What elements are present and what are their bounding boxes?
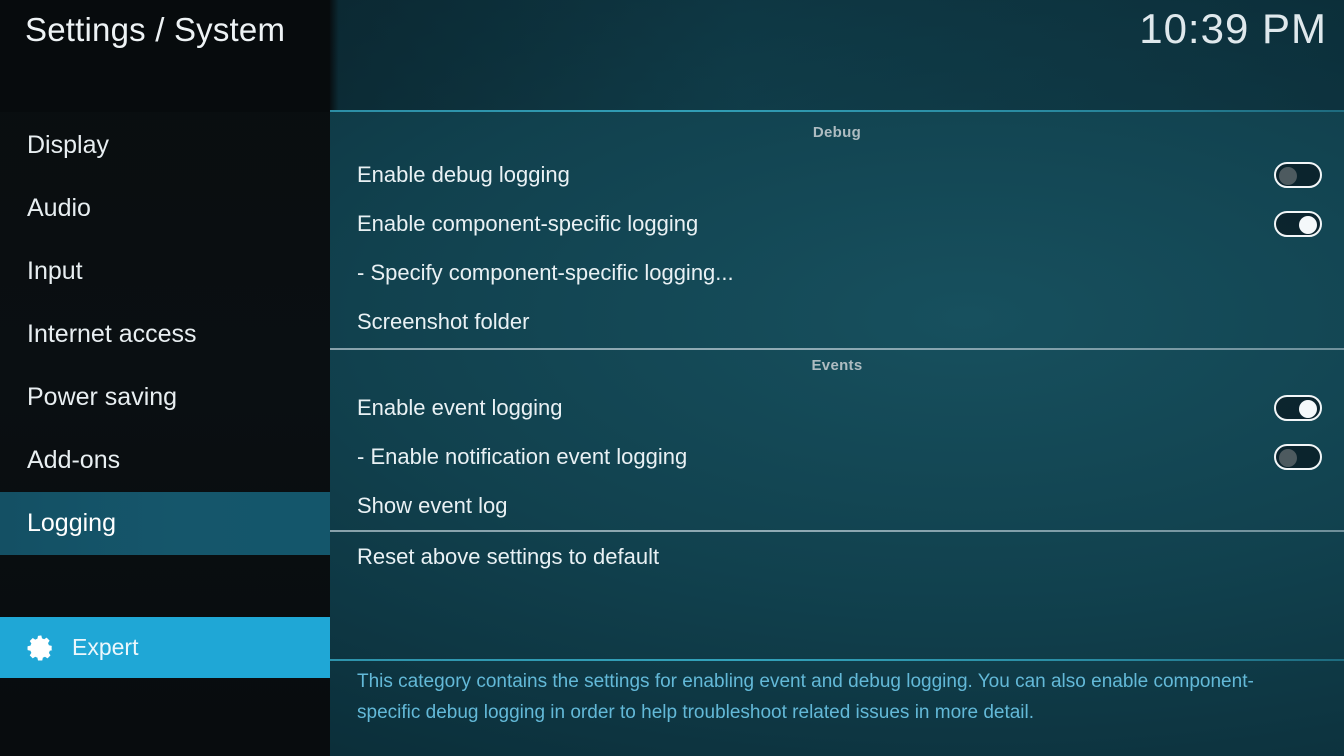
sidebar-item-add-ons[interactable]: Add-ons [0,429,330,492]
setting-label: Screenshot folder [357,309,530,334]
setting-label: Enable debug logging [357,162,570,187]
settings-level-button[interactable]: Expert [0,617,330,678]
group-divider [330,348,1344,350]
gear-icon [27,635,53,660]
toggle-enable-event-logging[interactable] [1274,395,1322,421]
sidebar-item-audio[interactable]: Audio [0,177,330,240]
settings-level-label: Expert [72,634,139,660]
toggle-knob [1299,400,1317,418]
category-description: This category contains the settings for … [357,671,1254,723]
setting-row-show-event-log[interactable]: Show event log [330,486,1344,526]
setting-row-enable-debug-logging[interactable]: Enable debug logging [330,155,1344,195]
sidebar-item-input[interactable]: Input [0,240,330,303]
toggle-knob [1299,216,1317,234]
sidebar-item-logging[interactable]: Logging [0,492,330,555]
setting-label: - Enable notification event logging [357,444,688,469]
setting-row-specify-component-specific-logging[interactable]: - Specify component-specific logging... [330,253,1344,293]
header-divider [330,110,1344,112]
toggle-knob [1279,449,1297,467]
sidebar-item-label: Power saving [27,383,178,411]
group-header-events: Events [811,357,863,374]
setting-label: Enable event logging [357,395,563,420]
sidebar-item-internet-access[interactable]: Internet access [0,303,330,366]
setting-label: Enable component-specific logging [357,211,699,236]
page-title: Settings / System [25,11,286,48]
header-bar: Settings / System 10:39 PM [0,0,1344,112]
setting-row-enable-component-specific-logging[interactable]: Enable component-specific logging [330,204,1344,244]
kodi-settings-screen: Display Audio Input Internet access Powe… [0,0,1344,756]
description-divider [330,659,1344,661]
setting-row-screenshot-folder[interactable]: Screenshot folder [330,302,1344,342]
sidebar-item-label: Input [27,257,83,285]
sidebar-item-label: Audio [27,194,91,222]
setting-row-enable-notification-event-logging[interactable]: - Enable notification event logging [330,437,1344,477]
sidebar-item-label: Add-ons [27,446,121,474]
setting-row-reset-above-settings-to-default[interactable]: Reset above settings to default [330,537,1344,577]
setting-row-enable-event-logging[interactable]: Enable event logging [330,388,1344,428]
group-header-debug: Debug [812,124,862,141]
toggle-enable-notification-event-logging[interactable] [1274,444,1322,470]
toggle-enable-debug-logging[interactable] [1274,162,1322,188]
sidebar-item-display[interactable]: Display [0,114,330,177]
sidebar-item-label: Internet access [27,320,197,348]
group-divider [330,530,1344,532]
setting-label: Show event log [357,493,508,518]
toggle-enable-component-specific-logging[interactable] [1274,211,1322,237]
sidebar-item-label: Display [27,131,109,159]
setting-label: Reset above settings to default [357,544,660,569]
clock: 10:39 PM [1139,5,1327,52]
sidebar-item-power-saving[interactable]: Power saving [0,366,330,429]
sidebar-item-label: Logging [27,509,116,537]
setting-label: - Specify component-specific logging... [357,260,734,285]
toggle-knob [1279,167,1297,185]
